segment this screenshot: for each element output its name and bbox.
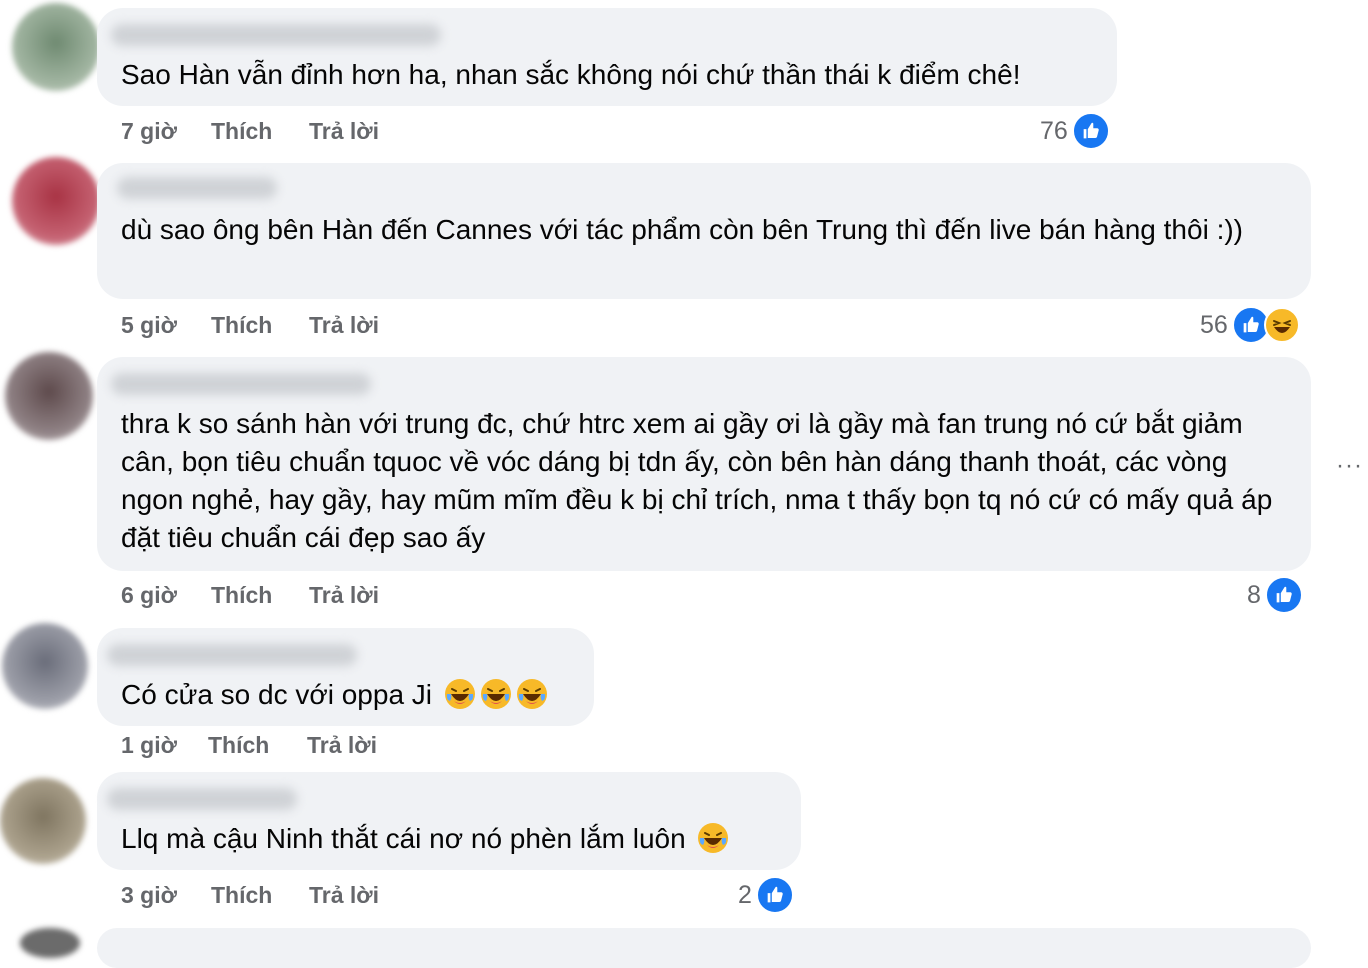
comment-text-content: Có cửa so dc với oppa Ji: [121, 679, 433, 710]
like-icon: [1264, 576, 1303, 614]
avatar[interactable]: [2, 623, 88, 709]
author-name[interactable]: [107, 788, 297, 810]
like-button[interactable]: Thích: [208, 732, 307, 759]
laughing-tears-emoji: [444, 678, 476, 710]
comment-time[interactable]: 1 giờ: [121, 732, 208, 759]
like-icon: [1071, 112, 1110, 150]
like-button[interactable]: Thích: [211, 882, 309, 909]
author-name[interactable]: [111, 373, 371, 395]
comment-text: Sao Hàn vẫn đỉnh hơn ha, nhan sắc không …: [121, 59, 1021, 90]
comment-time[interactable]: 7 giờ: [121, 118, 211, 145]
reply-button[interactable]: Trả lời: [309, 582, 379, 609]
author-name[interactable]: [117, 177, 277, 199]
comment-text: dù sao ông bên Hàn đến Cannes với tác ph…: [121, 214, 1243, 245]
author-name[interactable]: [111, 24, 441, 46]
reaction-count: 2: [738, 880, 752, 909]
comment-time[interactable]: 3 giờ: [121, 882, 211, 909]
laughing-tears-emoji: [697, 822, 729, 854]
like-button[interactable]: Thích: [211, 118, 309, 145]
reaction-summary[interactable]: 56: [1200, 305, 1300, 345]
reply-button[interactable]: Trả lời: [309, 118, 379, 145]
like-button[interactable]: Thích: [211, 312, 309, 339]
laughing-tears-emoji: [516, 678, 548, 710]
comment-actions: 5 giờ Thích Trả lời: [121, 310, 379, 340]
avatar[interactable]: [12, 3, 100, 91]
author-name[interactable]: [107, 644, 357, 666]
comment-bubble: Sao Hàn vẫn đỉnh hơn ha, nhan sắc không …: [97, 8, 1117, 106]
comment-text: Llq mà cậu Ninh thắt cái nơ nó phèn lắm …: [121, 820, 777, 858]
comment-bubble: dù sao ông bên Hàn đến Cannes với tác ph…: [97, 163, 1311, 299]
like-button[interactable]: Thích: [211, 582, 309, 609]
reaction-count: 56: [1200, 310, 1228, 339]
comment-time[interactable]: 5 giờ: [121, 312, 211, 339]
reaction-summary[interactable]: 2: [738, 875, 794, 915]
comment-bubble: thra k so sánh hàn với trung đc, chứ htr…: [97, 357, 1311, 571]
comment-actions: 7 giờ Thích Trả lời: [121, 116, 379, 146]
avatar[interactable]: [20, 928, 80, 958]
avatar[interactable]: [12, 157, 100, 245]
comment-time[interactable]: 6 giờ: [121, 582, 211, 609]
comment-bubble: [97, 928, 1311, 968]
comment-bubble: Có cửa so dc với oppa Ji: [97, 628, 594, 726]
reply-button[interactable]: Trả lời: [309, 312, 379, 339]
avatar[interactable]: [5, 352, 93, 440]
more-options-icon[interactable]: ···: [1336, 452, 1363, 480]
comment-actions: 6 giờ Thích Trả lời: [121, 580, 379, 610]
avatar[interactable]: [0, 778, 86, 864]
comment-actions: 1 giờ Thích Trả lời: [121, 730, 377, 760]
comment-bubble: Llq mà cậu Ninh thắt cái nơ nó phèn lắm …: [97, 772, 801, 870]
comment-text-content: Llq mà cậu Ninh thắt cái nơ nó phèn lắm …: [121, 823, 686, 854]
reply-button[interactable]: Trả lời: [309, 882, 379, 909]
laughing-tears-emoji: [480, 678, 512, 710]
like-icon: [755, 876, 794, 914]
reaction-summary[interactable]: 76: [1040, 111, 1110, 151]
comment-actions: 3 giờ Thích Trả lời: [121, 880, 379, 910]
reaction-summary[interactable]: 8: [1247, 575, 1303, 615]
reply-button[interactable]: Trả lời: [307, 732, 377, 759]
comment-text: Có cửa so dc với oppa Ji: [121, 676, 570, 714]
haha-icon: [1263, 307, 1300, 343]
comment-text: thra k so sánh hàn với trung đc, chứ htr…: [121, 408, 1273, 553]
reaction-count: 76: [1040, 116, 1068, 145]
reaction-count: 8: [1247, 580, 1261, 609]
